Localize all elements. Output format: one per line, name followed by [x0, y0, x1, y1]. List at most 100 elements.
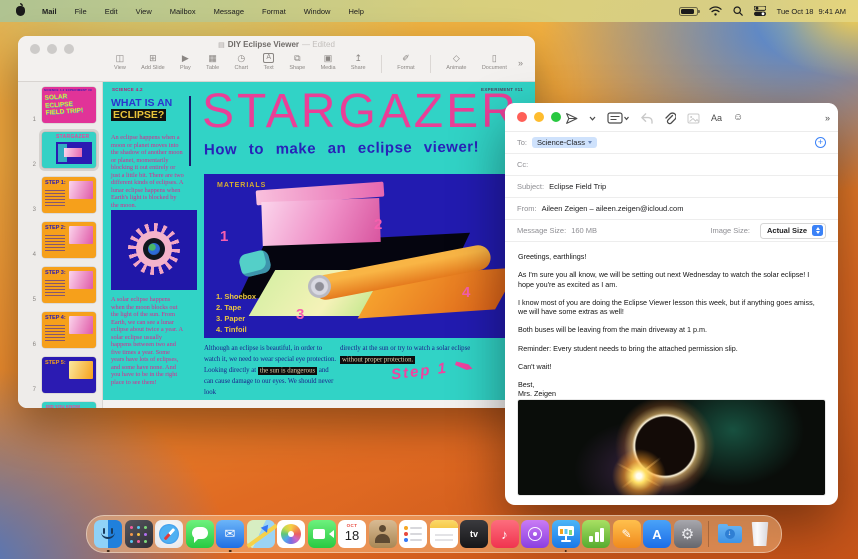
- to-field[interactable]: To: Science-Class +: [505, 132, 838, 154]
- dock-settings-icon[interactable]: ⚙: [673, 520, 702, 548]
- dock-trash-icon[interactable]: [746, 520, 774, 548]
- toolbar-view-button[interactable]: ◫ View: [114, 53, 126, 71]
- materials-box[interactable]: MATERIALS 1 2 3 4 1. Shoebox 2. Tape 3. …: [204, 174, 514, 338]
- dock-launchpad-icon[interactable]: [124, 520, 153, 548]
- menu-mail[interactable]: Mail: [33, 7, 66, 16]
- minimize-button[interactable]: [534, 112, 544, 122]
- dock: ✉ OCT 18 tv ♪ ✎ A ⚙ ↓: [86, 515, 782, 553]
- image-size-label: Image Size:: [710, 226, 750, 235]
- attach-button[interactable]: [664, 111, 676, 125]
- animate-icon: ◇: [452, 53, 460, 63]
- toolbar-table-button[interactable]: ▦ Table: [206, 53, 219, 71]
- toolbar-shape-button[interactable]: ⧉ Shape: [289, 53, 305, 71]
- slide-sun-illustration[interactable]: [111, 210, 197, 290]
- slide-paragraph-2[interactable]: A solar eclipse happens when the moon bl…: [111, 296, 184, 386]
- menu-help[interactable]: Help: [339, 7, 372, 16]
- thumb-art: [69, 181, 93, 199]
- dock-maps-icon[interactable]: [245, 520, 278, 548]
- dock-facetime-icon[interactable]: [307, 520, 336, 548]
- slide-thumbnail-4[interactable]: 4 STEP 2:: [24, 220, 98, 260]
- menu-window[interactable]: Window: [295, 7, 340, 16]
- recipient-token[interactable]: Science-Class: [532, 137, 597, 148]
- slide-big-title[interactable]: STARGAZER: [202, 84, 519, 139]
- thumb-title: DID YOU KNOW: [46, 404, 81, 408]
- search-icon[interactable]: [733, 6, 743, 16]
- dock-numbers-icon[interactable]: [582, 520, 610, 548]
- toolbar-add-slide-button[interactable]: ⊞ Add Slide: [141, 53, 165, 71]
- toolbar-play-button[interactable]: ▶ Play: [180, 53, 191, 71]
- thumb-art: [69, 226, 93, 244]
- caution-text-column-1[interactable]: Although an eclipse is beautiful, in ord…: [204, 343, 337, 398]
- eclipse-photo-attachment[interactable]: [518, 400, 825, 495]
- table-icon: ▦: [208, 53, 217, 63]
- slide-thumbnail-1[interactable]: 1 SCIENCE 4.2 EXPERIMENT #9 SOLAR ECLIPS…: [24, 85, 98, 125]
- toolbar-document-button[interactable]: ▯ Document: [482, 53, 507, 71]
- dock-keynote-icon[interactable]: [551, 520, 580, 552]
- slide-subtitle[interactable]: How to make an eclipse viewer!: [204, 139, 479, 159]
- slide-thumbnail-3[interactable]: 3 STEP 1:: [24, 175, 98, 215]
- slide-science-label[interactable]: SCIENCE 4.2: [112, 87, 143, 92]
- dock-tv-icon[interactable]: tv: [460, 520, 488, 548]
- close-button[interactable]: [517, 112, 527, 122]
- running-indicator: [228, 549, 232, 552]
- slide-thumbnail-6[interactable]: 6 STEP 4:: [24, 310, 98, 350]
- menu-clock[interactable]: Tue Oct 18 9:41 AM: [777, 7, 846, 16]
- format-button[interactable]: Aa: [711, 113, 722, 123]
- slide-heading[interactable]: WHAT IS AN ECLIPSE?: [111, 97, 193, 121]
- dock-contacts-icon[interactable]: [368, 520, 397, 548]
- thumb-title: STEP 1:: [45, 180, 66, 186]
- slide-thumbnail-5[interactable]: 5 STEP 3:: [24, 265, 98, 305]
- dock-photos-icon[interactable]: [277, 520, 305, 548]
- slide-canvas[interactable]: SCIENCE 4.2 EXPERIMENT #11 WHAT IS AN EC…: [103, 82, 535, 400]
- toolbar-overflow-button[interactable]: »: [825, 113, 830, 123]
- toolbar-chart-button[interactable]: ◷ Chart: [235, 53, 248, 71]
- apple-menu-icon[interactable]: [16, 3, 25, 16]
- send-options-chevron-icon[interactable]: [589, 116, 596, 121]
- cc-field[interactable]: Cc:: [505, 154, 838, 176]
- emoji-button[interactable]: ☺: [733, 113, 743, 123]
- menu-file[interactable]: File: [66, 7, 96, 16]
- zoom-button[interactable]: [551, 112, 561, 122]
- dock-messages-icon[interactable]: [185, 520, 214, 548]
- dock-downloads-icon[interactable]: ↓: [716, 520, 744, 548]
- dock-notes-icon[interactable]: [429, 520, 458, 548]
- from-field[interactable]: From: Aileen Zeigen – aileen.zeigen@iclo…: [505, 198, 838, 220]
- menu-format[interactable]: Format: [253, 7, 295, 16]
- slide-number: 3: [32, 207, 36, 213]
- toolbar-overflow-button[interactable]: »: [518, 58, 523, 68]
- image-size-select[interactable]: Actual Size: [759, 222, 826, 239]
- menu-edit[interactable]: Edit: [96, 7, 127, 16]
- slide-paragraph-1[interactable]: An eclipse happens when a moon or planet…: [111, 134, 184, 209]
- dock-calendar-icon[interactable]: OCT 18: [338, 520, 366, 548]
- subject-field[interactable]: Subject: Eclipse Field Trip: [505, 176, 838, 198]
- dock-divider: [708, 521, 709, 547]
- add-recipient-button[interactable]: +: [815, 137, 826, 148]
- menu-mailbox[interactable]: Mailbox: [161, 7, 205, 16]
- dock-safari-icon[interactable]: [155, 520, 183, 548]
- dock-mail-icon[interactable]: ✉: [216, 520, 244, 552]
- slide-thumbnail-8[interactable]: 8 DID YOU KNOW: [24, 400, 98, 408]
- dock-podcasts-icon[interactable]: [521, 520, 549, 548]
- toolbar-format-button[interactable]: ✐ Format: [397, 53, 414, 71]
- document-name: DIY Eclipse Viewer: [227, 40, 300, 49]
- dock-finder-icon[interactable]: [94, 520, 122, 552]
- toolbar-share-button[interactable]: ↥ Share: [351, 53, 366, 71]
- dock-music-icon[interactable]: ♪: [490, 520, 519, 548]
- slide-thumbnail-7[interactable]: 7 STEP 5:: [24, 355, 98, 395]
- wifi-icon[interactable]: [708, 6, 722, 16]
- dock-reminders-icon[interactable]: [399, 520, 427, 548]
- slide-thumbnail-2-selected[interactable]: 2 STARGAZER: [24, 129, 99, 171]
- toolbar-animate-button[interactable]: ◇ Animate: [446, 53, 466, 71]
- control-center-icon[interactable]: [753, 6, 766, 16]
- menu-view[interactable]: View: [127, 7, 161, 16]
- dock-app-store-icon[interactable]: A: [643, 520, 671, 548]
- battery-icon[interactable]: [678, 6, 700, 16]
- header-fields-button[interactable]: [607, 112, 629, 124]
- toolbar-text-button[interactable]: A Text: [263, 53, 274, 71]
- toolbar-media-button[interactable]: ▣ Media: [321, 53, 336, 71]
- menu-message[interactable]: Message: [205, 7, 253, 16]
- send-button[interactable]: [565, 112, 578, 125]
- dock-pages-icon[interactable]: ✎: [612, 520, 641, 548]
- message-body[interactable]: Greetings, earthlings! As I'm sure you a…: [505, 243, 838, 399]
- material-item: 1. Shoebox: [216, 292, 257, 301]
